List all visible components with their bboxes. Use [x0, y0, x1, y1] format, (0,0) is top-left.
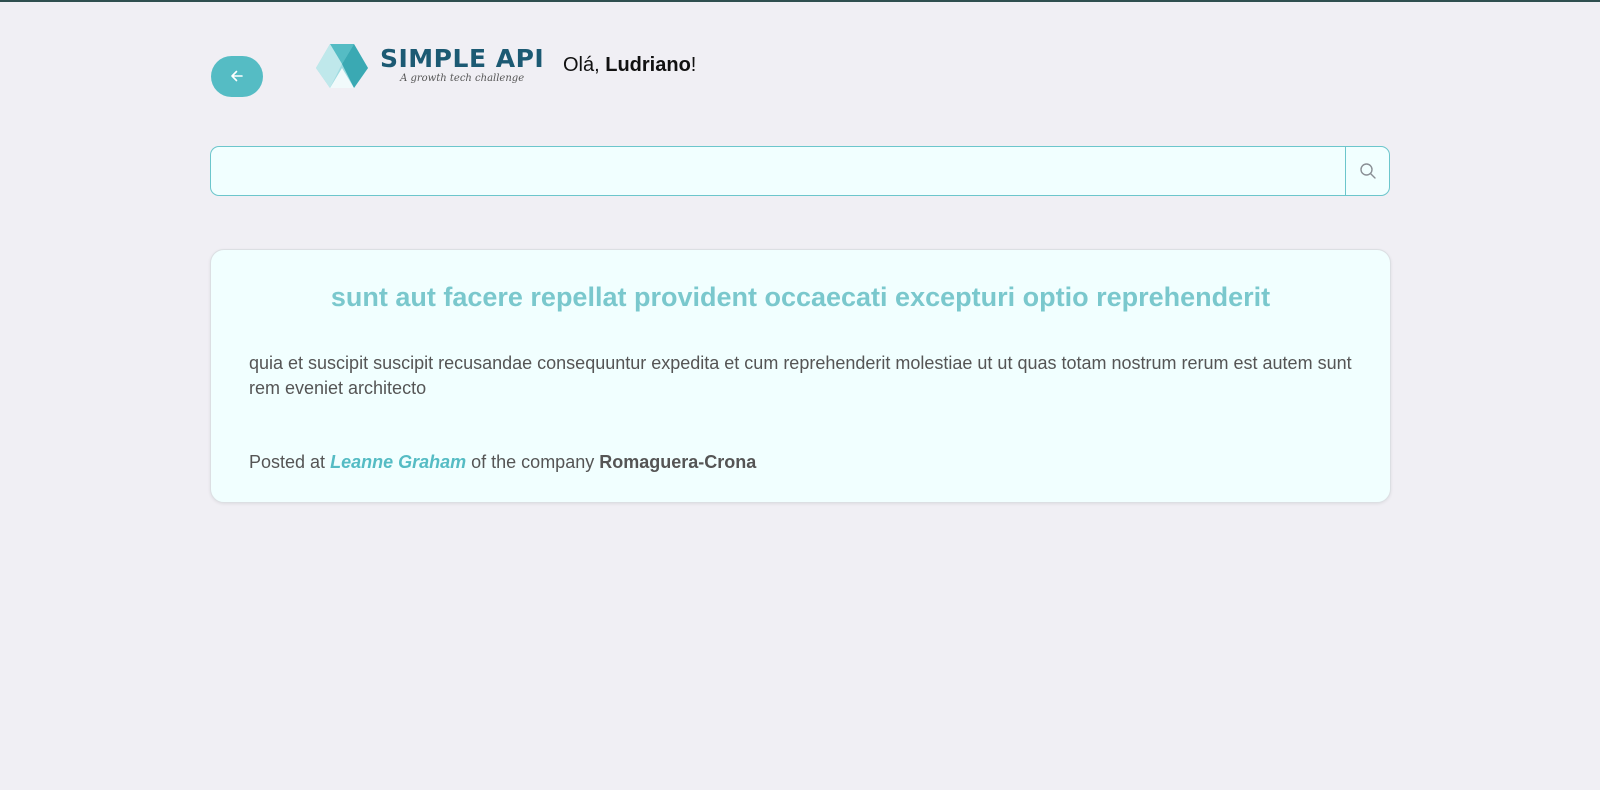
search-bar — [210, 146, 1390, 196]
user-name: Ludriano — [605, 54, 691, 76]
triangle-logo-icon — [316, 44, 368, 88]
post-company: Romaguera-Crona — [599, 452, 757, 472]
user-greeting: Olá, Ludriano! — [563, 54, 696, 77]
back-button[interactable] — [211, 55, 263, 97]
top-border — [0, 0, 1600, 2]
logo: SIMPLE API A growth tech challenge — [316, 40, 546, 90]
company-prefix: of the company — [471, 452, 595, 472]
post-title: sunt aut facere repellat provident occae… — [330, 282, 1271, 312]
posted-prefix: Posted at — [249, 452, 326, 472]
greeting-prefix: Olá, — [563, 54, 606, 76]
search-button[interactable] — [1345, 146, 1390, 196]
greeting-suffix: ! — [690, 54, 697, 76]
arrow-left-icon — [231, 70, 243, 82]
page-header: SIMPLE API A growth tech challenge Olá, … — [211, 40, 696, 100]
search-input[interactable] — [210, 146, 1345, 196]
logo-tagline: A growth tech challenge — [400, 73, 525, 84]
logo-text: SIMPLE API A growth tech challenge — [380, 46, 544, 84]
logo-title: SIMPLE API — [380, 44, 545, 73]
post-body: quia et suscipit suscipit recusandae con… — [249, 353, 1352, 398]
search-icon — [1359, 163, 1376, 179]
post-card: sunt aut facere repellat provident occae… — [210, 249, 1391, 503]
post-meta: Posted at Leanne Graham of the company R… — [249, 452, 756, 473]
post-author-link[interactable]: Leanne Graham — [330, 452, 466, 472]
